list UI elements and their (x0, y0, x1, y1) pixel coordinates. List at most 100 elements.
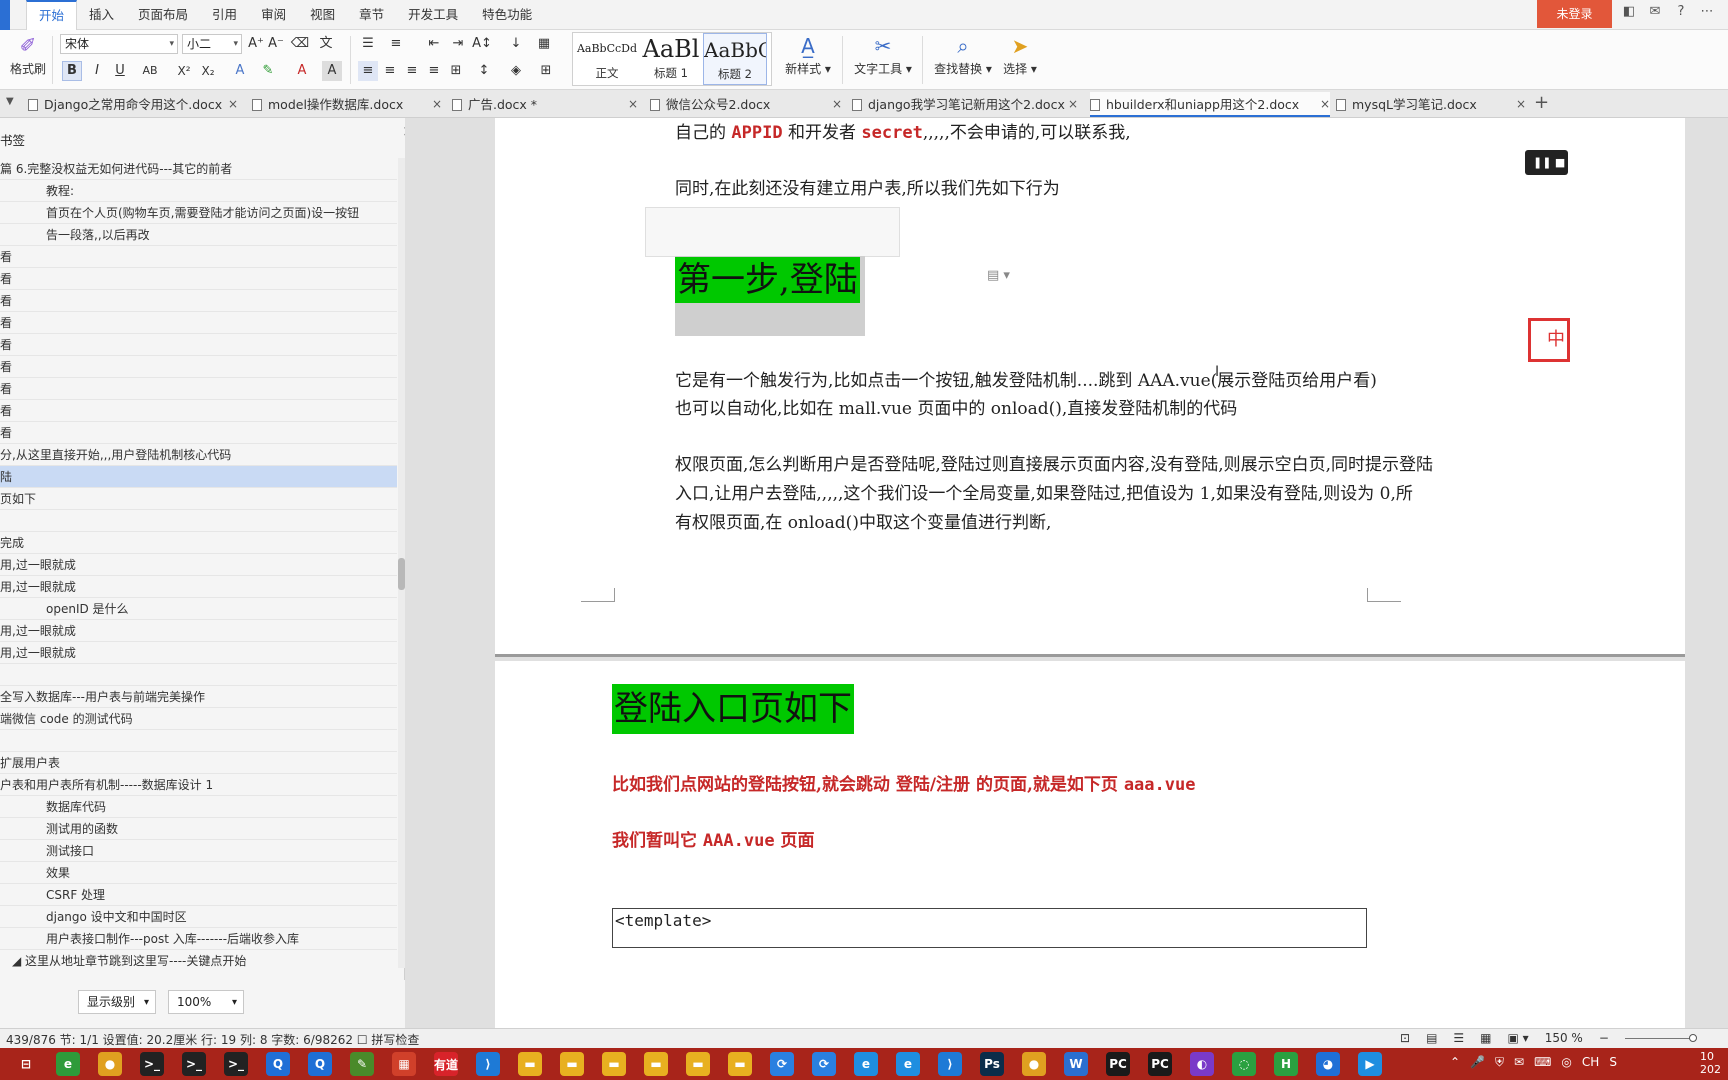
bookmark-item[interactable]: openID 是什么 (0, 598, 397, 620)
menu-tab[interactable]: 引用 (200, 0, 249, 30)
sync-icon[interactable]: ⟳ (770, 1052, 794, 1076)
text-tools-button[interactable]: ✂ 文字工具 ▾ (852, 32, 914, 77)
terminal-icon[interactable]: >_ (140, 1052, 164, 1076)
clock[interactable]: 10 202 (1700, 1050, 1721, 1076)
qq-browser-icon[interactable]: Q (266, 1052, 290, 1076)
select-button[interactable]: ➤ 选择 ▾ (1000, 32, 1040, 77)
bookmark-item[interactable]: 看 (0, 400, 397, 422)
bookmark-item[interactable]: 看 (0, 290, 397, 312)
text-effect-button[interactable]: A (230, 61, 250, 81)
doc-paragraph-red[interactable]: 比如我们点网站的登陆按钮,就会跳动 登陆/注册 的页面,就是如下页 aaa.vu… (612, 770, 1195, 795)
menu-tab[interactable]: 章节 (347, 0, 396, 30)
tray-icon[interactable]: ✉ (1514, 1055, 1524, 1070)
pycharm-2-icon[interactable]: PC (1148, 1052, 1172, 1076)
increase-indent-button[interactable]: ⇥ (448, 34, 468, 54)
folder-3-icon[interactable]: ▬ (602, 1052, 626, 1076)
tray-icon[interactable]: ◎ (1561, 1055, 1571, 1070)
pinyin-button[interactable]: 文 (316, 34, 336, 54)
numbered-list-button[interactable]: ≡ (386, 34, 406, 54)
document-tab[interactable]: django我学习笔记新用这个2.docx × (852, 92, 1078, 117)
bookmark-item[interactable] (0, 730, 397, 752)
bookmark-item[interactable]: 用,过一眼就成 (0, 554, 397, 576)
font-color-button[interactable]: A (292, 61, 312, 81)
paragraph-menu-icon[interactable]: ▤ ▾ (987, 268, 1010, 283)
table-button[interactable]: ▦ (534, 34, 554, 54)
close-icon[interactable]: × (628, 92, 638, 117)
fill-color-button[interactable]: ◈ (506, 61, 526, 81)
bookmark-item[interactable]: django 设中文和中国时区 (0, 906, 397, 928)
bookmark-item[interactable]: 教程: (0, 180, 397, 202)
bookmark-item[interactable]: 全写入数据库---用户表与前端完美操作 (0, 686, 397, 708)
bookmark-item[interactable]: 用,过一眼就成 (0, 576, 397, 598)
restore-icon[interactable]: ⊡ (1724, 4, 1728, 19)
bookmark-item[interactable]: 用户表接口制作---post 入库-------后端收参入库 (0, 928, 397, 950)
subscript-button[interactable]: X₂ (198, 61, 218, 81)
bookmark-item[interactable]: 用,过一眼就成 (0, 620, 397, 642)
bookmark-item[interactable]: 数据库代码 (0, 796, 397, 818)
bookmark-item[interactable]: 告一段落,,以后再改 (0, 224, 397, 246)
wps-writer-icon[interactable]: W (1064, 1052, 1088, 1076)
hbuilder-icon[interactable]: H (1274, 1052, 1298, 1076)
chrome-icon[interactable]: ● (98, 1052, 122, 1076)
align-center-button[interactable]: ≡ (380, 61, 400, 81)
code-block[interactable]: <template> (612, 908, 1367, 948)
doc-paragraph[interactable]: 同时,在此刻还没有建立用户表,所以我们先如下行为 (675, 174, 1060, 199)
pause-recording-button[interactable]: ❚❚ ■ (1525, 150, 1568, 175)
bookmark-item[interactable]: 测试用的函数 (0, 818, 397, 840)
style-item[interactable]: AaBbCcDd 正文 (575, 33, 639, 85)
sync-2-icon[interactable]: ⟳ (812, 1052, 836, 1076)
help-icon[interactable]: ? (1672, 4, 1690, 19)
doc-paragraph[interactable]: 入口,让用户去登陆,,,,,这个我们设一个全局变量,如果登陆过,把值设为 1,如… (675, 479, 1413, 504)
folder-2-icon[interactable]: ▬ (560, 1052, 584, 1076)
bookmark-item[interactable]: 看 (0, 246, 397, 268)
bookmark-item[interactable]: 看 (0, 356, 397, 378)
bookmark-item[interactable]: 完成 (0, 532, 397, 554)
qq-icon[interactable]: ◕ (1316, 1052, 1340, 1076)
zoom-slider-knob[interactable] (1688, 1033, 1697, 1042)
bookmark-item[interactable]: ◢ 这里从地址章节跳到这里写----关键点开始 (0, 950, 397, 968)
web-view-icon[interactable]: ▦ (1480, 1031, 1491, 1045)
clear-format-button[interactable]: ⌫ (290, 34, 310, 54)
ime-seal-icon[interactable]: 中 (1528, 318, 1570, 362)
login-button[interactable]: 未登录 (1537, 0, 1612, 28)
wechat-icon[interactable]: ◌ (1232, 1052, 1256, 1076)
zoom-level[interactable]: 150 % (1545, 1031, 1583, 1045)
bookmark-item[interactable]: 页如下 (0, 488, 397, 510)
message-icon[interactable]: ✉ (1646, 4, 1664, 19)
heading-login-entry[interactable]: 登陆入口页如下 (612, 684, 854, 734)
font-grow-button[interactable]: A⁺ (246, 34, 266, 54)
bookmark-item[interactable] (0, 664, 397, 686)
document-tab[interactable]: 微信公众号2.docx × (650, 92, 842, 117)
doc-paragraph[interactable]: 权限页面,怎么判断用户是否登陆呢,登陆过则直接展示页面内容,没有登陆,则展示空白… (675, 450, 1433, 475)
chrome-2-icon[interactable]: ● (1022, 1052, 1046, 1076)
folder-5-icon[interactable]: ▬ (686, 1052, 710, 1076)
font-size-select[interactable]: 小二 (182, 34, 242, 54)
document-tab[interactable]: model操作数据库.docx × (252, 92, 442, 117)
notepad-icon[interactable]: ✎ (350, 1052, 374, 1076)
align-right-button[interactable]: ≡ (402, 61, 422, 81)
line-spacing-button[interactable]: ↕ (474, 61, 494, 81)
decrease-indent-button[interactable]: ⇤ (424, 34, 444, 54)
doc-paragraph[interactable]: 有权限页面,在 onload()中取这个变量值进行判断, (675, 508, 1051, 533)
terminal-3-icon[interactable]: >_ (224, 1052, 248, 1076)
zoom-out-icon[interactable]: − (1599, 1031, 1609, 1045)
text-direction-button[interactable]: A↕ (472, 34, 492, 54)
close-icon[interactable]: × (1516, 92, 1526, 117)
style-item[interactable]: AaBl 标题 1 (639, 33, 703, 85)
doc-paragraph[interactable]: 它是有一个触发行为,比如点击一个按钮,触发登陆机制....跳到 AAA.vue(… (675, 366, 1377, 391)
menu-tab[interactable]: 页面布局 (126, 0, 200, 30)
nav-scrollbar-thumb[interactable] (398, 558, 405, 590)
pycharm-icon[interactable]: PC (1106, 1052, 1130, 1076)
highlight-button[interactable]: ✎ (258, 61, 278, 81)
360-browser-icon[interactable]: e (56, 1052, 80, 1076)
bookmark-item[interactable]: CSRF 处理 (0, 884, 397, 906)
document-tab[interactable]: hbuilderx和uniapp用这个2.docx × (1090, 92, 1330, 117)
fit-page-icon[interactable]: ⊡ (1400, 1031, 1410, 1045)
bookmark-item[interactable]: 看 (0, 422, 397, 444)
skin-icon[interactable]: ◧ (1620, 4, 1638, 19)
more-icon[interactable]: ⋯ (1698, 4, 1716, 19)
new-tab-button[interactable]: + (1534, 92, 1549, 113)
menu-tab[interactable]: 插入 (77, 0, 126, 30)
bookmark-item[interactable]: 陆 (0, 466, 397, 488)
folder-icon[interactable]: ▬ (518, 1052, 542, 1076)
